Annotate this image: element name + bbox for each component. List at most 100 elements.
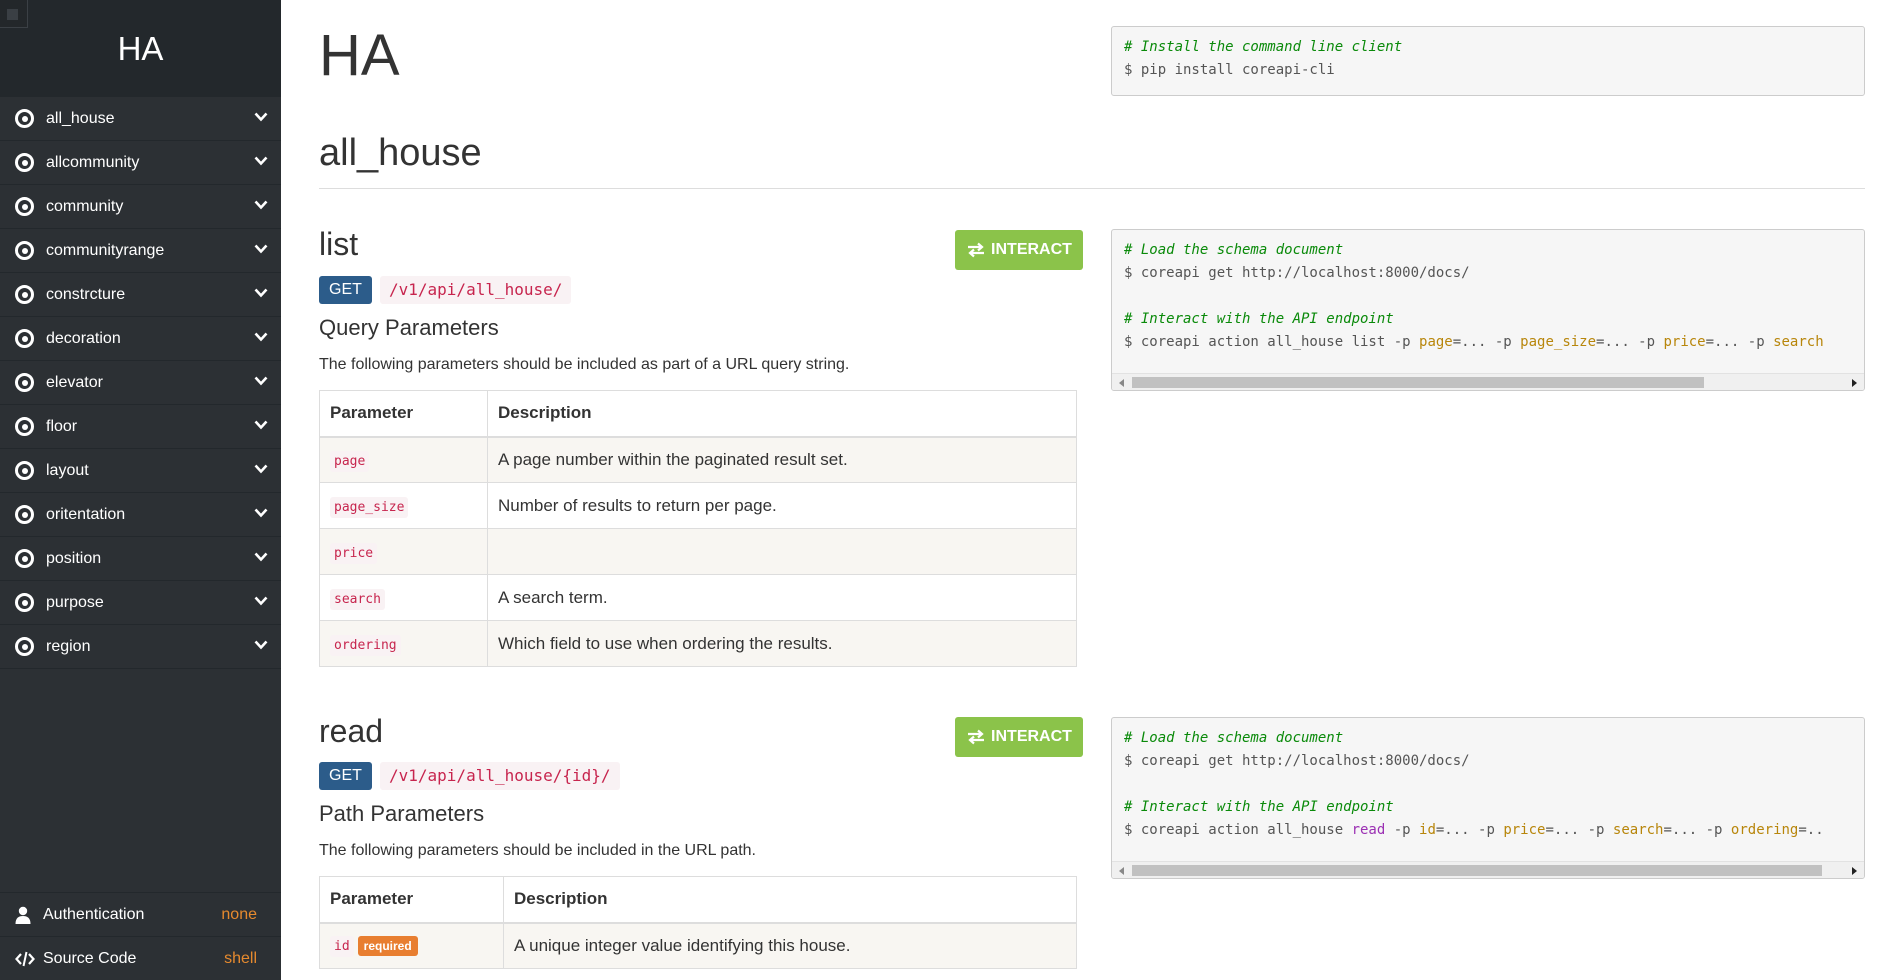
endpoint-title-read: read bbox=[319, 713, 384, 749]
target-icon bbox=[15, 285, 34, 304]
sidebar-item-elevator[interactable]: elevator bbox=[0, 361, 281, 405]
scroll-right-icon[interactable] bbox=[1852, 379, 1857, 387]
column-header: Description bbox=[503, 876, 1077, 924]
code-param: page bbox=[1419, 334, 1453, 350]
param-name: ordering bbox=[330, 634, 401, 656]
horizontal-scrollbar[interactable] bbox=[1112, 861, 1864, 878]
authentication-item[interactable]: Authentication none bbox=[0, 892, 281, 936]
read-code-block[interactable]: # Load the schema document $ coreapi get… bbox=[1111, 717, 1865, 879]
param-name-cell: page bbox=[319, 436, 488, 483]
code-segment: =... -p bbox=[1705, 334, 1774, 350]
source-code-value: shell bbox=[224, 949, 257, 967]
path-params-table: Parameter Description id required A uniqu… bbox=[319, 876, 1077, 969]
sidebar-item-region[interactable]: region bbox=[0, 625, 281, 669]
scroll-left-icon[interactable] bbox=[1119, 867, 1124, 875]
sidebar-item-constrcture[interactable]: constrcture bbox=[0, 273, 281, 317]
target-icon bbox=[15, 197, 34, 216]
source-code-item[interactable]: Source Code shell bbox=[0, 936, 281, 980]
sidebar-item-position[interactable]: position bbox=[0, 537, 281, 581]
corner-toggle-button[interactable] bbox=[0, 0, 28, 28]
authentication-value: none bbox=[221, 905, 257, 923]
code-segment: =... -p bbox=[1545, 822, 1613, 838]
section-title: all_house bbox=[319, 132, 482, 174]
interact-label: INTERACT bbox=[991, 728, 1072, 745]
list-code-block[interactable]: # Load the schema document $ coreapi get… bbox=[1111, 229, 1865, 391]
sidebar-item-community[interactable]: community bbox=[0, 185, 281, 229]
exchange-icon bbox=[968, 729, 985, 745]
code-param: search bbox=[1773, 334, 1824, 350]
param-name: search bbox=[330, 588, 385, 610]
install-code-block: # Install the command line client $ pip … bbox=[1111, 26, 1865, 96]
code-command-interact: $ coreapi action all_house list -p page=… bbox=[1124, 334, 1852, 357]
code-param: search bbox=[1612, 822, 1664, 838]
param-name: page bbox=[330, 450, 370, 472]
sidebar-item-floor[interactable]: floor bbox=[0, 405, 281, 449]
sidebar-item-label: decoration bbox=[46, 329, 121, 347]
target-icon bbox=[15, 549, 34, 568]
target-icon bbox=[15, 153, 34, 172]
method-badge: GET bbox=[319, 762, 372, 790]
interact-button-list[interactable]: INTERACT bbox=[955, 230, 1083, 270]
sidebar-item-communityrange[interactable]: communityrange bbox=[0, 229, 281, 273]
interact-label: INTERACT bbox=[991, 241, 1072, 258]
endpoint-path: /v1/api/all_house/ bbox=[380, 276, 572, 304]
param-name-cell: search bbox=[319, 574, 488, 621]
sidebar-item-label: floor bbox=[46, 417, 78, 435]
code-segment: =... -p bbox=[1663, 822, 1731, 838]
table-row: page A page number within the paginated … bbox=[319, 436, 1077, 483]
param-name-cell: id required bbox=[319, 922, 504, 969]
sidebar-item-label: constrcture bbox=[46, 285, 126, 303]
required-badge: required bbox=[357, 936, 418, 956]
param-desc bbox=[487, 528, 1077, 575]
chevron-down-icon bbox=[254, 244, 268, 254]
horizontal-scrollbar[interactable] bbox=[1112, 373, 1864, 390]
param-name: id bbox=[330, 936, 354, 958]
param-name-cell: price bbox=[319, 528, 488, 575]
sidebar-item-label: oritentation bbox=[46, 505, 126, 523]
sidebar-item-oritentation[interactable]: oritentation bbox=[0, 493, 281, 537]
code-param: ordering bbox=[1730, 822, 1799, 838]
target-icon bbox=[15, 417, 34, 436]
scrollbar-thumb[interactable] bbox=[1132, 865, 1822, 876]
scroll-right-icon[interactable] bbox=[1852, 867, 1857, 875]
sidebar-item-decoration[interactable]: decoration bbox=[0, 317, 281, 361]
code-comment: # Install the command line client bbox=[1124, 39, 1403, 55]
interact-button-read[interactable]: INTERACT bbox=[955, 717, 1083, 757]
sidebar-item-allcommunity[interactable]: allcommunity bbox=[0, 141, 281, 185]
chevron-down-icon bbox=[254, 200, 268, 210]
code-comment: # Load the schema document bbox=[1124, 730, 1344, 746]
chevron-down-icon bbox=[254, 112, 268, 122]
method-badge: GET bbox=[319, 276, 372, 304]
table-row: ordering Which field to use when orderin… bbox=[319, 620, 1077, 667]
chevron-down-icon bbox=[254, 640, 268, 650]
section-divider bbox=[319, 188, 1865, 189]
code-param: id bbox=[1419, 822, 1436, 838]
brand-title[interactable]: HA bbox=[0, 0, 281, 97]
sidebar-item-label: layout bbox=[46, 461, 89, 479]
code-comment: # Interact with the API endpoint bbox=[1124, 799, 1394, 815]
column-header: Parameter bbox=[319, 876, 504, 924]
chevron-down-icon bbox=[254, 552, 268, 562]
target-icon bbox=[15, 461, 34, 480]
sidebar-item-all-house[interactable]: all_house bbox=[0, 97, 281, 141]
code-segment: -p bbox=[1385, 822, 1420, 838]
target-icon bbox=[15, 373, 34, 392]
code-param: price bbox=[1503, 822, 1546, 838]
sidebar-item-purpose[interactable]: purpose bbox=[0, 581, 281, 625]
param-name: price bbox=[330, 542, 378, 564]
exchange-icon bbox=[968, 242, 985, 258]
param-desc: A unique integer value identifying this … bbox=[503, 922, 1077, 969]
param-name: page_size bbox=[330, 496, 409, 518]
param-desc: A page number within the paginated resul… bbox=[487, 436, 1077, 483]
sidebar-footer: Authentication none Source Code shell bbox=[0, 892, 281, 980]
authentication-label: Authentication bbox=[43, 905, 145, 923]
sidebar-item-label: region bbox=[46, 637, 91, 655]
code-param: page_size bbox=[1520, 334, 1597, 350]
sidebar-item-label: allcommunity bbox=[46, 153, 140, 171]
chevron-down-icon bbox=[254, 508, 268, 518]
scrollbar-thumb[interactable] bbox=[1132, 377, 1704, 388]
user-icon bbox=[15, 906, 31, 924]
code-segment: =... -p bbox=[1435, 822, 1504, 838]
scroll-left-icon[interactable] bbox=[1119, 379, 1124, 387]
sidebar-item-layout[interactable]: layout bbox=[0, 449, 281, 493]
